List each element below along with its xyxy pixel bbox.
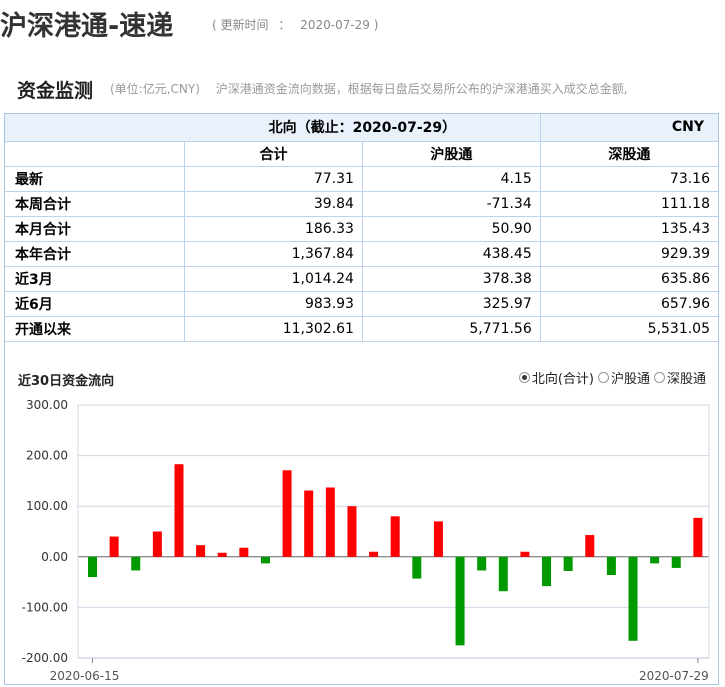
flow-bar [325, 487, 335, 557]
flow-bar [390, 516, 400, 557]
flow-bar [455, 556, 465, 646]
section-title: 资金监测 [17, 80, 94, 102]
page-title: 沪深港通-速递 [0, 11, 174, 42]
flow-bar [217, 552, 227, 557]
flow-bar [628, 556, 638, 641]
update-paren-close: ) [373, 18, 379, 32]
flow-bar [693, 517, 703, 557]
flow-bar [433, 521, 443, 557]
flow-bar [412, 556, 422, 579]
flow-bar [585, 535, 595, 557]
flow-bar [196, 545, 206, 557]
flow-bar [174, 464, 184, 557]
flow-bar [88, 556, 97, 578]
flow-bar [369, 551, 379, 557]
update-label: 更新时间 [220, 18, 269, 32]
section-header: 资金监测 (单位:亿元,CNY) 沪深港通资金流向数据，根据每日盘后交易所公布的… [0, 70, 725, 102]
flow-bar [260, 556, 270, 564]
flow-bar [131, 556, 141, 571]
y-tick-label: 0.00 [41, 550, 68, 564]
x-tick-label: 2020-07-29 [639, 669, 709, 683]
flow-bar [109, 536, 119, 557]
flow-bar [520, 551, 530, 557]
flow-bar [304, 490, 314, 557]
flow-bar [650, 556, 660, 564]
y-tick-label: 300.00 [26, 398, 68, 412]
y-tick-label: -200.00 [22, 651, 68, 665]
y-tick-label: 100.00 [26, 499, 68, 513]
title-row: 沪深港通-速递 ( 更新时间 ： 2020-07-29 ) [0, 0, 725, 50]
description-text: 沪深港通资金流向数据，根据每日盘后交易所公布的沪深港通买入成交总金额, [215, 82, 628, 96]
flow-bar-chart: 300.00 200.00 100.00 0.00 -100.00 -200.00 2020… [22, 398, 710, 683]
flow-bar [542, 556, 552, 587]
flow-bar [498, 556, 508, 592]
section-description: (单位:亿元,CNY) 沪深港通资金流向数据，根据每日盘后交易所公布的沪深港通买… [110, 80, 628, 97]
flow-bar [347, 506, 357, 557]
y-tick-label: -100.00 [22, 600, 68, 614]
flow-bar [563, 556, 573, 571]
y-tick-label: 200.00 [26, 449, 68, 463]
x-tick-label: 2020-06-15 [50, 669, 120, 683]
unit-label: (单位:亿元,CNY) [110, 82, 200, 96]
flow-bar [282, 470, 292, 557]
flow-bar [671, 556, 681, 568]
capital-flow-panel: 北向（截止：2020-07-29） CNY 合计 沪股通 深股通 最新 77.3… [4, 113, 719, 685]
flow-bar [239, 547, 249, 557]
flow-bar [152, 531, 162, 557]
flow-bar [606, 556, 616, 576]
update-time: ( 更新时间 ： 2020-07-29 ) [212, 16, 378, 33]
update-paren-open: ( [212, 18, 217, 32]
update-sep: ： [278, 18, 291, 32]
update-date: 2020-07-29 [300, 18, 370, 32]
flow-bar [477, 556, 487, 571]
